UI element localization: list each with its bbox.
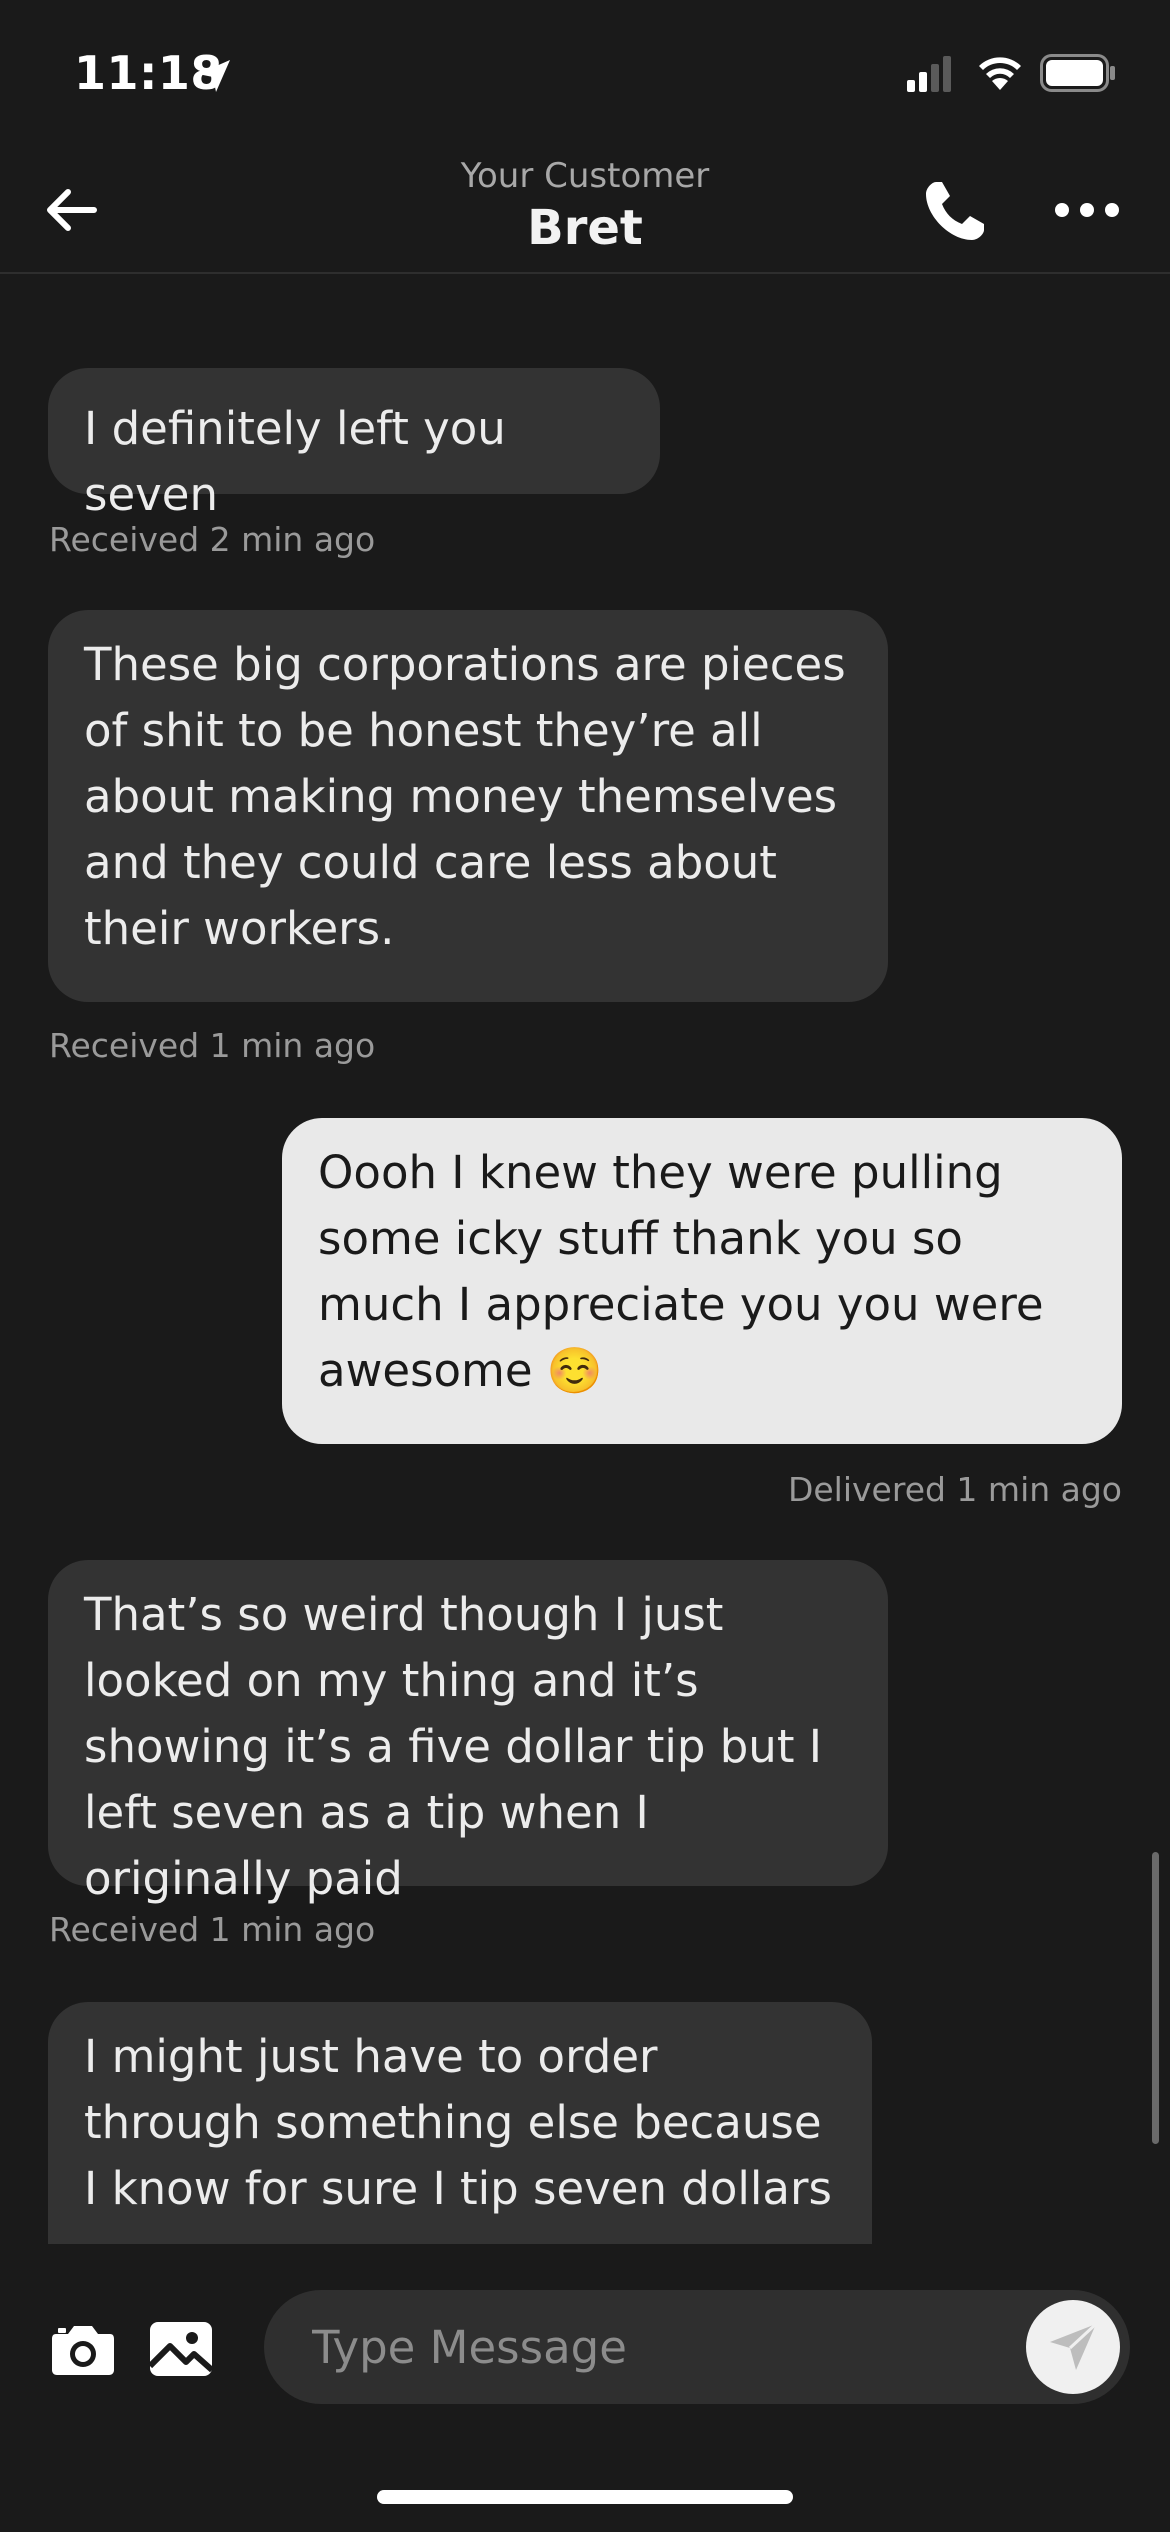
home-indicator[interactable] (377, 2490, 793, 2504)
message-input-container[interactable] (264, 2290, 1130, 2404)
message-status: Delivered 1 min ago (787, 1470, 1122, 1509)
header-subtitle: Your Customer (460, 156, 710, 196)
scrollbar[interactable] (1152, 1852, 1159, 2144)
message-status: Received 1 min ago (49, 1910, 376, 1949)
message-status: Received 1 min ago (49, 1026, 376, 1065)
message-input[interactable] (312, 2290, 1012, 2404)
location-arrow-icon (198, 60, 230, 92)
wifi-icon (979, 57, 1021, 90)
send-button[interactable] (1026, 2300, 1120, 2394)
battery-icon (1040, 54, 1115, 92)
camera-icon[interactable] (50, 2322, 116, 2378)
sent-message[interactable]: Oooh I knew they were pulling some icky … (282, 1118, 1122, 1444)
received-message[interactable]: I might just have to order through somet… (48, 2002, 872, 2244)
received-message[interactable]: That’s so weird though I just looked on … (48, 1560, 888, 1905)
customer-name: Bret (527, 200, 643, 256)
status-bar: 11:18 (0, 0, 1170, 140)
phone-icon[interactable] (920, 176, 990, 246)
send-icon (1050, 2322, 1098, 2370)
message-thread[interactable]: I definitely left you seven Received 2 m… (0, 276, 1170, 2244)
message-composer (0, 2244, 1170, 2444)
gallery-icon[interactable] (148, 2320, 214, 2378)
received-message[interactable]: These big corporations are pieces of shi… (48, 610, 888, 1002)
more-icon[interactable] (1052, 190, 1122, 230)
chat-header: Your Customer Bret (0, 140, 1170, 274)
received-message[interactable]: I definitely left you seven (48, 368, 660, 521)
message-status: Received 2 min ago (49, 520, 376, 559)
cellular-signal-icon (907, 56, 951, 92)
